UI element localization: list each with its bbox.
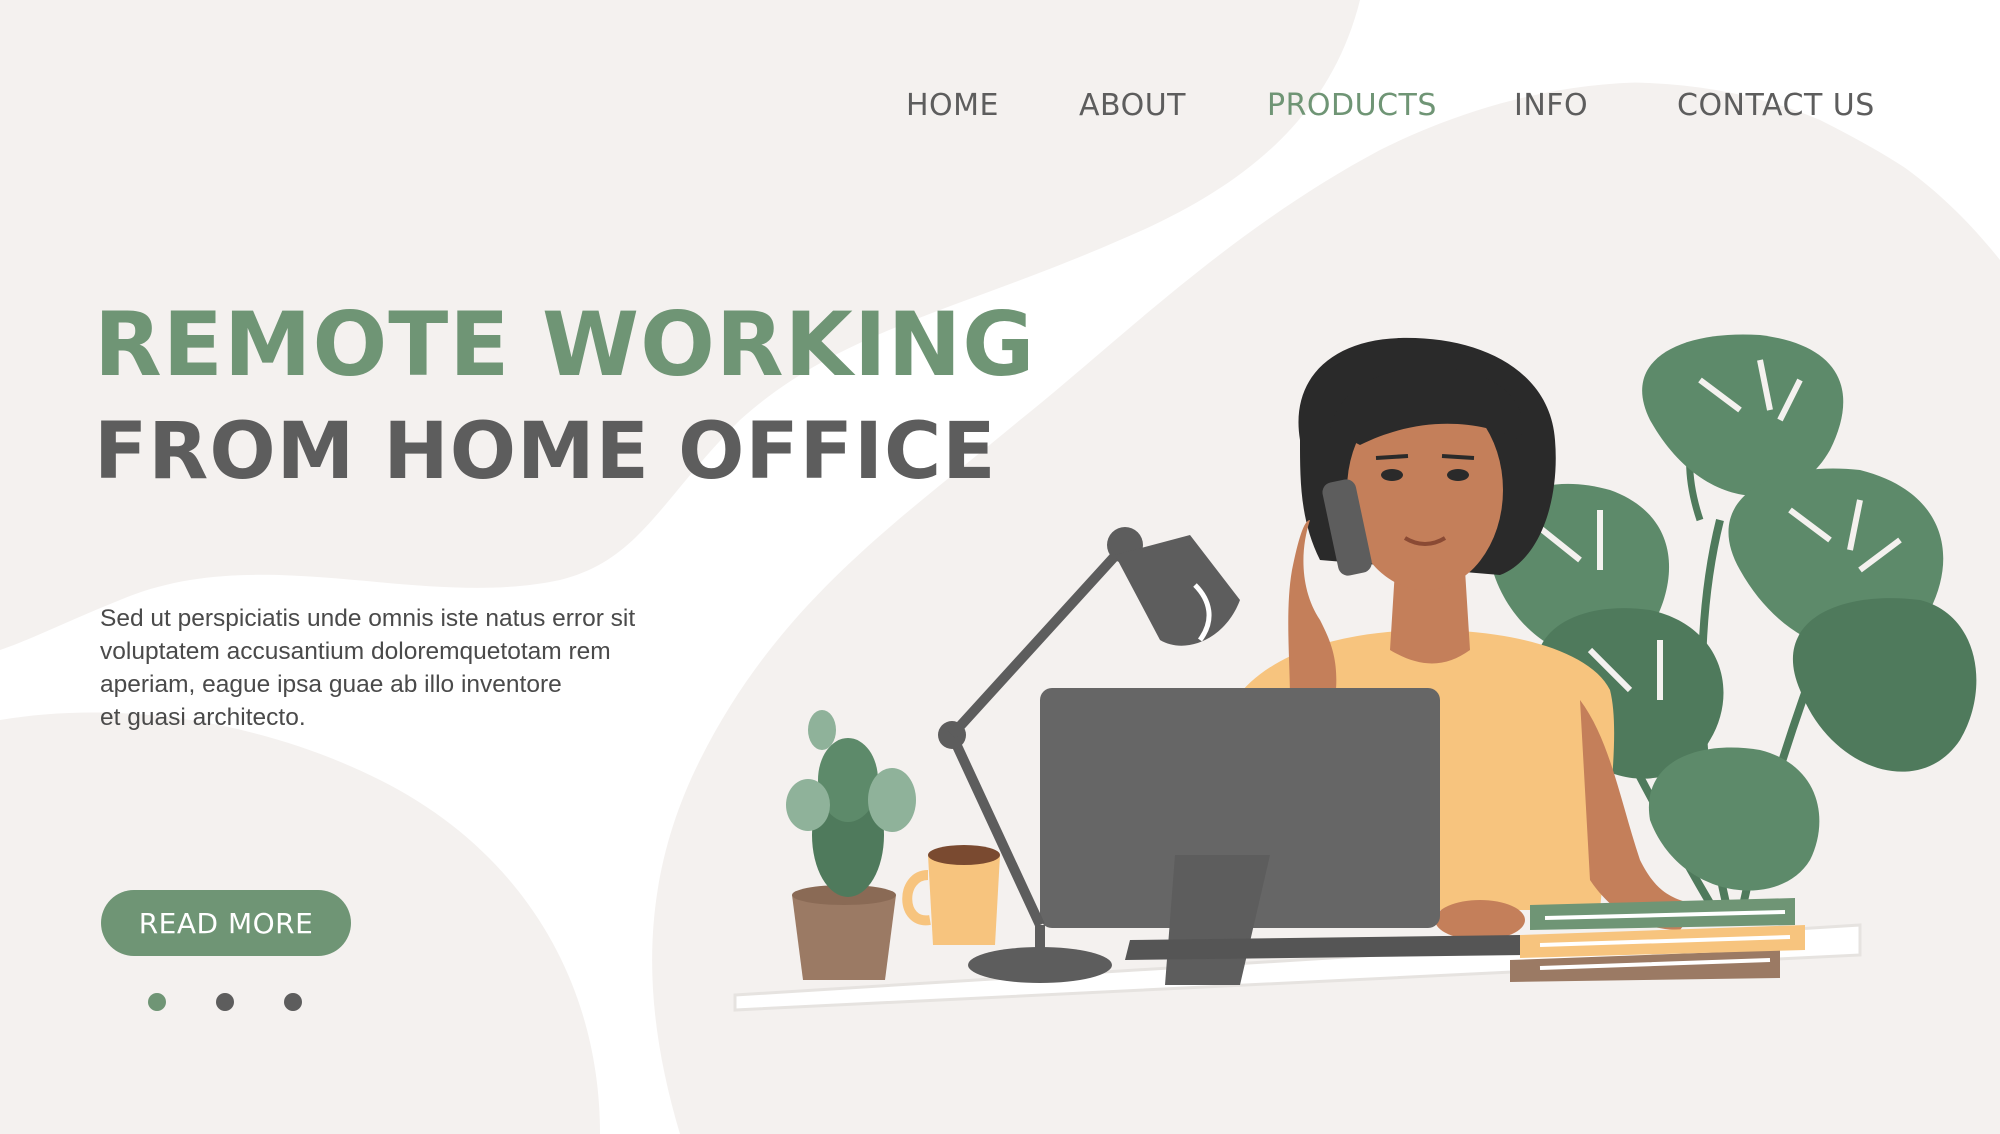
remote-work-illustration (733, 334, 1977, 1012)
landing-page: HOME ABOUT PRODUCTS INFO CONTACT US REMO… (0, 0, 2000, 1134)
coffee-mug-icon (902, 845, 1000, 945)
books-icon (1510, 898, 1805, 982)
cactus-icon (786, 710, 916, 980)
